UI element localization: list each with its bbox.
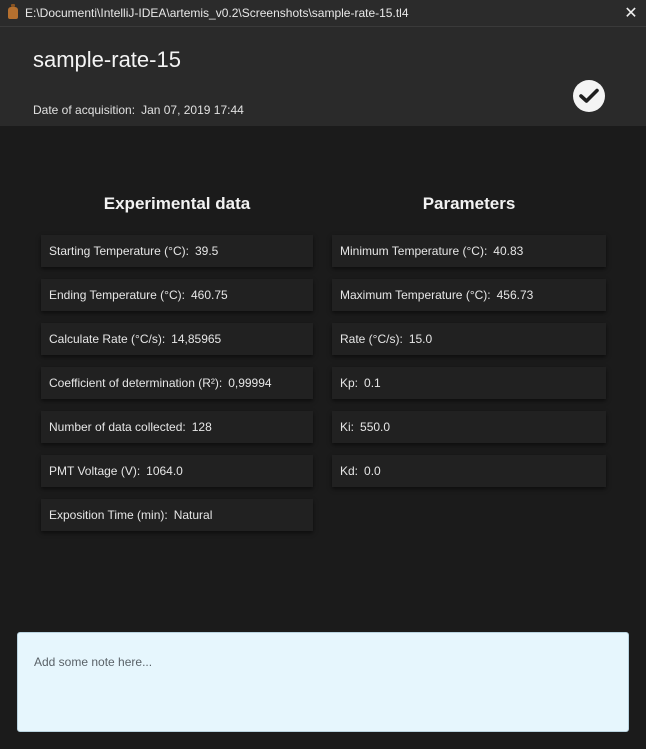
parameters-title: Parameters — [422, 194, 516, 213]
param-card-minimum-temperature: Minimum Temperature (°C): 40.83 — [332, 235, 606, 267]
data-card-coefficient-determination: Coefficient of determination (R²): 0,9999… — [41, 367, 313, 399]
data-card-calculate-rate: Calculate Rate (°C/s): 14,85965 — [41, 323, 313, 355]
card-value: 128 — [191, 420, 212, 434]
card-value: 456.73 — [496, 288, 534, 302]
card-value: 0.1 — [364, 376, 381, 390]
card-value: Natural — [173, 508, 213, 522]
card-label: Coefficient of determination (R²): — [49, 376, 223, 390]
card-label: Minimum Temperature (°C): — [340, 244, 488, 258]
param-card-kp: Kp: 0.1 — [332, 367, 606, 399]
param-card-ki: Ki: 550.0 — [332, 411, 606, 443]
close-icon[interactable]: ✕ — [616, 0, 646, 26]
card-label: PMT Voltage (V): — [49, 464, 141, 478]
data-card-starting-temperature: Starting Temperature (°C): 39.5 — [41, 235, 313, 267]
notes-placeholder: Add some note here... — [34, 655, 153, 669]
acquisition-date: Date of acquisition: Jan 07, 2019 17:44 — [33, 103, 244, 117]
card-label: Kp: — [340, 376, 359, 390]
card-label: Maximum Temperature (°C): — [340, 288, 491, 302]
card-value: 460.75 — [190, 288, 228, 302]
card-value: 15.0 — [408, 332, 433, 346]
card-value: 40.83 — [493, 244, 524, 258]
data-card-exposition-time: Exposition Time (min): Natural — [41, 499, 313, 531]
notes-textarea[interactable]: Add some note here... — [17, 632, 629, 732]
card-label: Exposition Time (min): — [49, 508, 168, 522]
window-title: E:\Documenti\IntelliJ-IDEA\artemis_v0.2\… — [25, 6, 409, 20]
card-value: 14,85965 — [171, 332, 222, 346]
card-label: Ki: — [340, 420, 355, 434]
card-label: Kd: — [340, 464, 359, 478]
card-label: Calculate Rate (°C/s): — [49, 332, 166, 346]
sample-name: sample-rate-15 — [33, 47, 181, 72]
check-circle-icon[interactable] — [573, 80, 605, 112]
card-label: Number of data collected: — [49, 420, 186, 434]
data-card-number-collected: Number of data collected: 128 — [41, 411, 313, 443]
experimental-data-title: Experimental data — [103, 194, 251, 213]
card-value: 550.0 — [360, 420, 391, 434]
card-value: 39.5 — [194, 244, 219, 258]
card-value: 0.0 — [364, 464, 381, 478]
card-label: Starting Temperature (°C): — [49, 244, 189, 258]
acquisition-value: Jan 07, 2019 17:44 — [141, 103, 244, 117]
card-value: 0,99994 — [228, 376, 272, 390]
title-bar: E:\Documenti\IntelliJ-IDEA\artemis_v0.2\… — [0, 0, 646, 27]
window-bottom-edge — [0, 742, 646, 749]
card-label: Rate (°C/s): — [340, 332, 403, 346]
data-card-pmt-voltage: PMT Voltage (V): 1064.0 — [41, 455, 313, 487]
checkmark-glyph — [579, 88, 599, 103]
param-card-kd: Kd: 0.0 — [332, 455, 606, 487]
acquisition-label: Date of acquisition: — [33, 103, 136, 117]
app-icon — [8, 4, 18, 19]
card-label: Ending Temperature (°C): — [49, 288, 185, 302]
header-panel: sample-rate-15 Date of acquisition: Jan 0… — [0, 27, 646, 126]
data-card-ending-temperature: Ending Temperature (°C): 460.75 — [41, 279, 313, 311]
param-card-maximum-temperature: Maximum Temperature (°C): 456.73 — [332, 279, 606, 311]
param-card-rate: Rate (°C/s): 15.0 — [332, 323, 606, 355]
card-value: 1064.0 — [146, 464, 183, 478]
